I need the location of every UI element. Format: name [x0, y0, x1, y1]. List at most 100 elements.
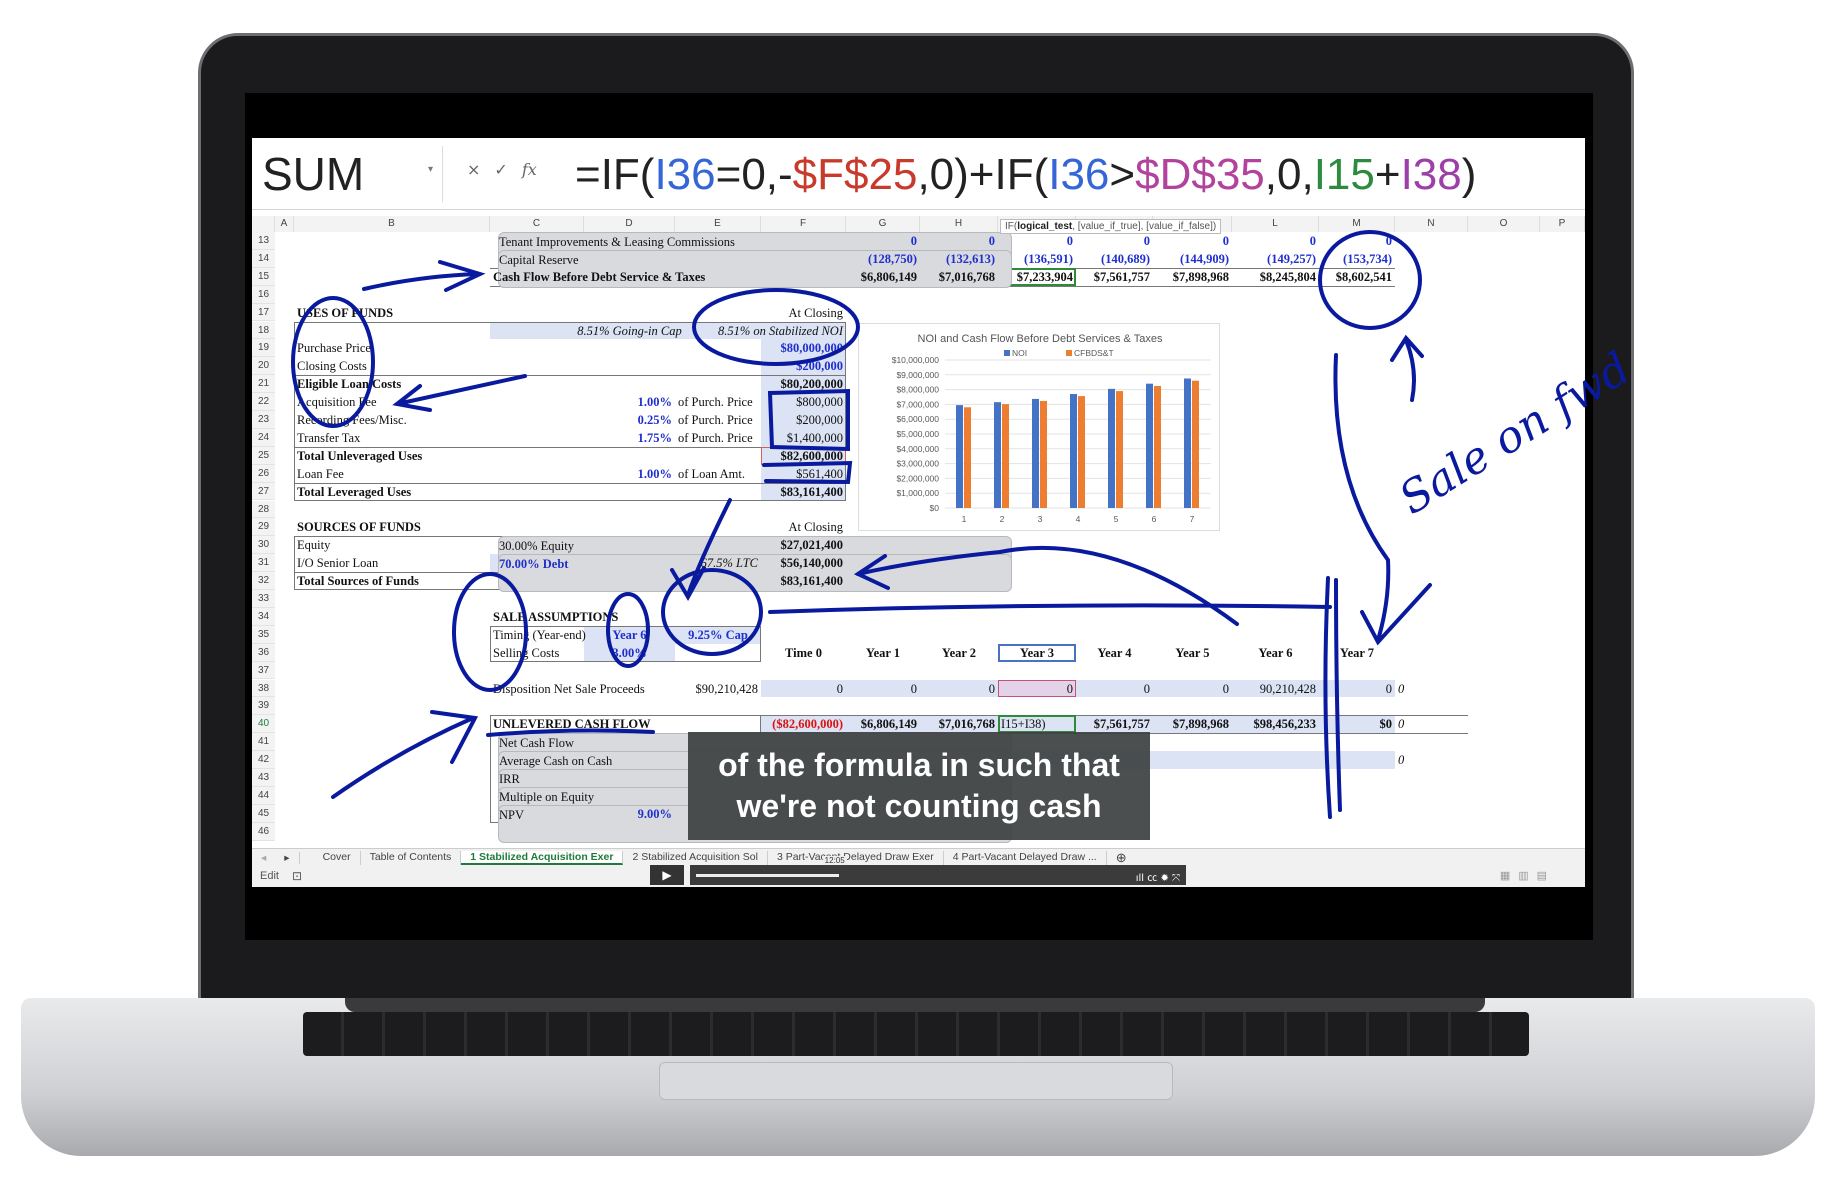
row-header-44[interactable]: 44 [252, 786, 275, 805]
cancel-icon[interactable]: × [467, 160, 480, 179]
row-header-37[interactable]: 37 [252, 661, 275, 680]
cell-f26[interactable]: $561,400 [443, 465, 843, 483]
column-header-o[interactable]: O [1468, 216, 1540, 232]
cell-m38[interactable]: 0 [992, 680, 1392, 698]
column-header-n[interactable]: N [1395, 216, 1468, 232]
sheet-tab[interactable]: 2 Stabilized Acquisition Sol [623, 851, 768, 865]
column-header-l[interactable]: L [1232, 216, 1319, 232]
row-header-16[interactable]: 16 [252, 285, 275, 304]
sheet-tab[interactable]: 4 Part-Vacant Delayed Draw ... [944, 851, 1107, 865]
row-header-36[interactable]: 36 [252, 643, 275, 662]
column-header-h[interactable]: H [920, 216, 998, 232]
tooltip-arg[interactable]: logical_test [1017, 221, 1072, 232]
column-header-d[interactable]: D [584, 216, 675, 232]
noi-cash-flow-chart[interactable]: NOI and Cash Flow Before Debt Services &… [858, 323, 1220, 531]
cell-c34[interactable]: SALE ASSUMPTIONS [493, 608, 618, 626]
cell-f22[interactable]: $800,000 [443, 393, 843, 411]
row-header-25[interactable]: 25 [252, 446, 275, 465]
row-header-21[interactable]: 21 [252, 375, 275, 394]
row-header-40[interactable]: 40 [252, 715, 275, 734]
cell-f17[interactable]: At Closing [443, 304, 843, 322]
cell-b17[interactable]: USES OF FUNDS [297, 304, 393, 322]
view-buttons-icon[interactable]: ▦▥▤ [1500, 869, 1555, 882]
row-header-27[interactable]: 27 [252, 482, 275, 501]
cell-f21[interactable]: $80,200,000 [443, 375, 844, 393]
row-header-18[interactable]: 18 [252, 321, 275, 340]
enter-icon[interactable]: ✓ [494, 160, 507, 179]
cell-b25[interactable]: Total Unleveraged Uses [297, 447, 422, 465]
cell-f19[interactable]: $80,000,000 [443, 339, 844, 357]
cell-e35[interactable]: 9.25% Cap [518, 626, 918, 644]
play-button[interactable]: ▶ [650, 865, 684, 885]
column-header-c[interactable]: C [490, 216, 584, 232]
column-header-b[interactable]: B [294, 216, 490, 232]
row-header-41[interactable]: 41 [252, 733, 275, 752]
video-progress-bar[interactable]: 12:05 ıll ㏄ ✹ ⤧ [690, 856, 1186, 885]
row-header-39[interactable]: 39 [252, 697, 275, 716]
row-header-38[interactable]: 38 [252, 679, 275, 698]
cell-m36[interactable]: Year 7 [1157, 644, 1557, 662]
video-settings-icons[interactable]: ıll ㏄ ✹ ⤧ [1136, 869, 1180, 884]
cell-m40[interactable]: $0 [992, 715, 1393, 733]
cell-f23[interactable]: $200,000 [443, 411, 843, 429]
name-box-dropdown-icon[interactable]: ▾ [428, 164, 433, 175]
sheet-tab[interactable]: 1 Stabilized Acquisition Exer [461, 851, 624, 865]
row-header-15[interactable]: 15 [252, 267, 275, 286]
cell-n42[interactable]: 0 [1398, 751, 1404, 769]
cell-b30[interactable]: Equity [297, 536, 330, 554]
cell-f25[interactable]: $82,600,000 [443, 447, 844, 465]
column-header-m[interactable]: M [1319, 216, 1395, 232]
row-header-43[interactable]: 43 [252, 769, 275, 787]
column-header-a[interactable]: A [275, 216, 294, 232]
row-header-31[interactable]: 31 [252, 554, 275, 573]
sheet-tab[interactable]: 3 Part-Vacant Delayed Draw Exer [768, 851, 944, 865]
row-header-14[interactable]: 14 [252, 249, 275, 268]
row-header-19[interactable]: 19 [252, 339, 275, 358]
cell-b21[interactable]: Eligible Loan Costs [297, 375, 401, 393]
row-header-42[interactable]: 42 [252, 751, 275, 769]
row-header-13[interactable]: 13 [252, 232, 275, 250]
cell-f20[interactable]: $200,000 [443, 357, 843, 375]
cell-f24[interactable]: $1,400,000 [443, 429, 843, 447]
row-header-30[interactable]: 30 [252, 536, 275, 555]
column-header-f[interactable]: F [761, 216, 846, 232]
row-header-32[interactable]: 32 [252, 572, 275, 590]
column-header-g[interactable]: G [846, 216, 920, 232]
row-header-46[interactable]: 46 [252, 822, 275, 841]
cell-n40[interactable]: 0 [1398, 715, 1404, 733]
cell-f32[interactable]: $83,161,400 [443, 572, 844, 590]
name-box[interactable]: SUM [258, 146, 443, 202]
macro-record-icon[interactable]: ⊡ [292, 869, 302, 883]
sheet-tab[interactable]: Cover [314, 851, 361, 865]
insert-function-icon[interactable]: fx [522, 160, 537, 179]
cell-m14[interactable]: (153,734) [992, 250, 1392, 268]
cell-f30[interactable]: $27,021,400 [443, 536, 844, 554]
sheet-next-button[interactable]: ▸ [275, 852, 300, 864]
select-all-corner[interactable] [252, 216, 275, 232]
sheet-tab[interactable]: Table of Contents [361, 851, 462, 865]
row-header-28[interactable]: 28 [252, 500, 275, 519]
row-header-33[interactable]: 33 [252, 590, 275, 608]
cell-f31[interactable]: $56,140,000 [443, 554, 844, 572]
cell-b32[interactable]: Total Sources of Funds [297, 572, 419, 590]
formula-input[interactable]: =IF(I36=0,-$F$25,0)+IF(I36>$D$35,0,I15+I… [575, 144, 1476, 206]
cell-m15[interactable]: $8,602,541 [992, 268, 1392, 286]
cell-f18[interactable]: 8.51% on Stabilized NOI [443, 322, 843, 340]
row-header-17[interactable]: 17 [252, 303, 275, 322]
sheet-prev-button[interactable]: ◂ [252, 852, 275, 864]
row-header-35[interactable]: 35 [252, 625, 275, 644]
row-header-29[interactable]: 29 [252, 518, 275, 537]
row-header-34[interactable]: 34 [252, 607, 275, 626]
cell-f27[interactable]: $83,161,400 [443, 483, 844, 501]
column-header-e[interactable]: E [675, 216, 761, 232]
cell-f29[interactable]: At Closing [443, 518, 843, 536]
cell-n38[interactable]: 0 [1398, 680, 1404, 698]
column-header-p[interactable]: P [1540, 216, 1585, 232]
cell-b19[interactable]: Purchase Price [297, 339, 371, 357]
cell-d45[interactable]: 9.00% [272, 805, 672, 823]
cell-m13[interactable]: 0 [992, 232, 1392, 250]
row-header-20[interactable]: 20 [252, 357, 275, 376]
cell-b27[interactable]: Total Leveraged Uses [297, 483, 411, 501]
cell-b29[interactable]: SOURCES OF FUNDS [297, 518, 421, 536]
cell-b20[interactable]: Closing Costs [297, 357, 367, 375]
